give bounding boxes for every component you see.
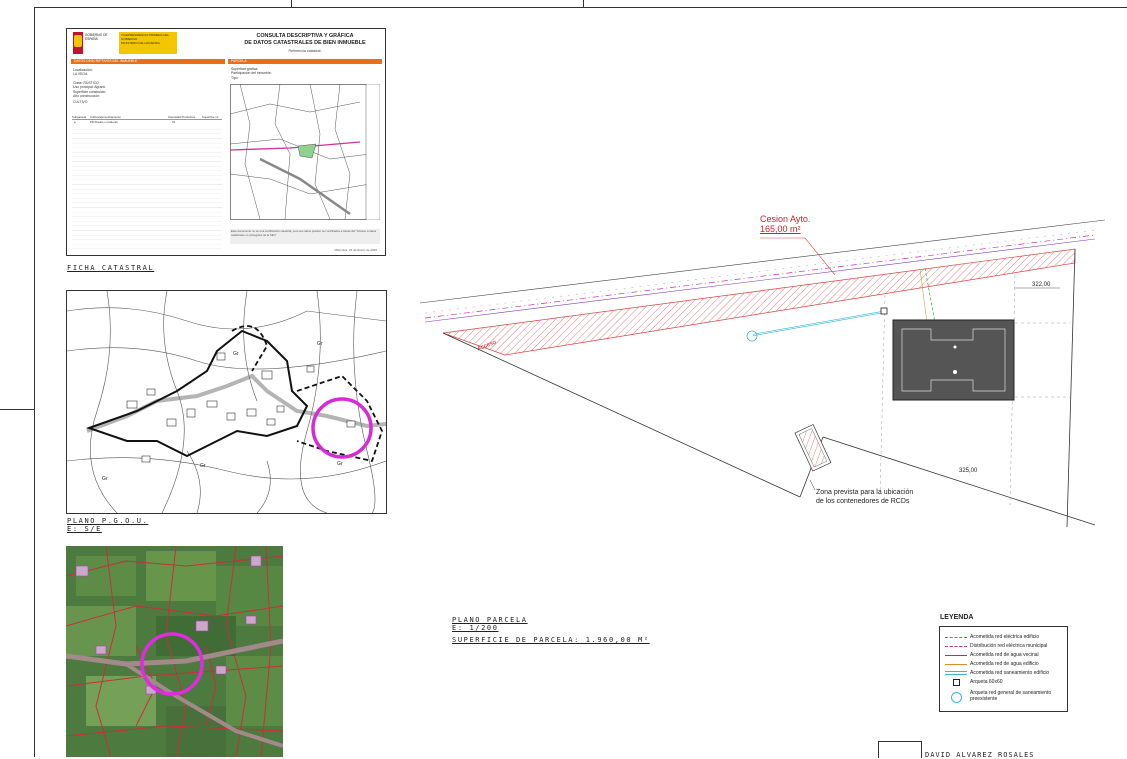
leyenda-symbol bbox=[945, 646, 967, 647]
zone-label: Gr bbox=[317, 341, 323, 347]
ficha-title: CONSULTA DESCRIPTIVA Y GRÁFICA DE DATOS … bbox=[227, 33, 383, 47]
parcela-block: Superficie gráfica: Participación del in… bbox=[231, 67, 381, 80]
ortophoto-drawing bbox=[66, 546, 283, 757]
cultivo-table: Subparcela Cultivo/aprovechamiento Inten… bbox=[72, 115, 222, 124]
leyenda-label: Acometida red de agua edificio bbox=[970, 661, 1039, 667]
ficha-catastral-sheet: GOBIERNO DE ESPAÑA VICEPRESIDENCIA PRIME… bbox=[66, 28, 386, 256]
ficha-title-line2: DE DATOS CATASTRALES DE BIEN INMUEBLE bbox=[244, 40, 366, 46]
ficha-date: Miércoles, 21 de Enero de 2026 bbox=[334, 248, 377, 252]
cultivo-label: CULTIVO bbox=[73, 100, 88, 105]
cell-subparcela: a bbox=[74, 120, 76, 124]
section-bar-left: DATOS DESCRIPTIVOS DEL INMUEBLE bbox=[71, 59, 225, 64]
elevation-top-label: 322,00 bbox=[1032, 282, 1051, 288]
ortophoto-map bbox=[66, 546, 283, 757]
title-block-box bbox=[878, 741, 922, 758]
leyenda-symbol bbox=[945, 637, 967, 638]
plano-parcela-drawing bbox=[419, 219, 1106, 528]
leyenda-item: Acometida red eléctrica edificio bbox=[940, 633, 1067, 642]
leyenda-box: Acometida red eléctrica edificio Distrib… bbox=[939, 626, 1068, 712]
tipo-label: Tipo: bbox=[231, 75, 239, 80]
frame-side-tick bbox=[0, 409, 35, 410]
leyenda-label: Acometida red saneamiento edificio bbox=[970, 670, 1050, 676]
leyenda-label: Arqueta red general de saneamiento preex… bbox=[970, 690, 1051, 702]
pgou-caption: PLANO P.G.O.U. E: S/E bbox=[67, 517, 148, 533]
table-row: a PR Prados o praderas 01 bbox=[72, 120, 222, 124]
pgou-plan: Gr Gr Gr Gr Gr bbox=[66, 290, 387, 514]
author-name: DAVID ALVAREZ ROSALES bbox=[925, 751, 1035, 759]
pgou-caption-line1: PLANO P.G.O.U. bbox=[67, 517, 149, 525]
ficha-ref-label: Referencia catastral: bbox=[288, 49, 322, 53]
ficha-mini-map bbox=[230, 84, 380, 220]
zone-label: Gr bbox=[200, 463, 206, 469]
table-body-lines bbox=[72, 125, 222, 250]
rcd-zone-line2: de los contenedores de RCDs bbox=[816, 498, 910, 505]
cell-intensidad: 01 bbox=[172, 120, 176, 124]
leyenda-item: Arqueta 60x60 bbox=[940, 678, 1067, 687]
header-superficie: Superficie m² bbox=[202, 115, 219, 119]
leyenda-label: Arqueta 60x60 bbox=[970, 679, 1003, 685]
pgou-caption-line2: E: S/E bbox=[67, 525, 102, 533]
rcd-zone-line1: Zona prevista para la ubicación bbox=[816, 489, 914, 496]
leyenda-symbol bbox=[945, 664, 967, 665]
ministerio-label: VICEPRESIDENCIA PRIMERA DEL GOBIERNO bbox=[121, 33, 170, 41]
pgou-drawing bbox=[67, 291, 386, 513]
plano-caption-line1: PLANO PARCELA bbox=[452, 616, 528, 624]
plano-caption-line3: SUPERFICIE DE PARCELA: 1.960,00 M² bbox=[452, 636, 650, 644]
plano-parcela-caption: PLANO PARCELA E: 1/200 SUPERFICIE DE PAR… bbox=[452, 616, 650, 644]
ministerio-box: VICEPRESIDENCIA PRIMERA DEL GOBIERNO MIN… bbox=[119, 32, 177, 54]
header-subparcela: Subparcela bbox=[72, 115, 87, 119]
leyenda-item: Arqueta red general de saneamiento preex… bbox=[940, 689, 1067, 707]
arqueta-circle-icon bbox=[951, 692, 962, 703]
header-intensidad: Intensidad Productiva bbox=[168, 115, 195, 119]
direccion-label bbox=[179, 32, 223, 54]
leyenda-item: Acometida red de agua vecinal bbox=[940, 651, 1067, 660]
leyenda-item: Acometida red saneamiento edificio bbox=[940, 669, 1067, 678]
leyenda-label: Acometida red eléctrica edificio bbox=[970, 634, 1040, 640]
leyenda-symbol bbox=[945, 655, 967, 656]
zone-label: Gr bbox=[233, 351, 239, 357]
ficha-note: Este documento no es una certificación c… bbox=[230, 229, 380, 244]
leyenda-symbol bbox=[945, 671, 967, 675]
cesion-label: Cesion Ayto. 165,00 m² bbox=[760, 214, 810, 234]
cell-cultivo: PR Prados o praderas bbox=[90, 120, 118, 124]
frame-top-line bbox=[34, 7, 1127, 8]
ministerio-label-2: MINISTERIO DE HACIENDA bbox=[121, 41, 160, 45]
elevation-bottom-label: 325,00 bbox=[959, 468, 978, 474]
rcd-zone-label: Zona prevista para la ubicación de los c… bbox=[816, 488, 913, 506]
leyenda-label: Distribución red eléctrica municipal bbox=[970, 643, 1048, 649]
leyenda-item: Distribución red eléctrica municipal bbox=[940, 642, 1067, 651]
zone-label: Gr bbox=[102, 476, 108, 482]
header-cultivo: Cultivo/aprovechamiento bbox=[90, 115, 121, 119]
leyenda-item: Acometida red de agua edificio bbox=[940, 660, 1067, 669]
cesion-label-line1: Cesion Ayto. bbox=[760, 214, 811, 224]
frame-left-line bbox=[34, 7, 35, 757]
zone-label: Gr bbox=[337, 461, 343, 467]
arqueta-square-icon bbox=[953, 679, 960, 686]
desc-block: Localización: LA VEGA Clase: RÚSTICO Uso… bbox=[73, 68, 223, 105]
cesion-label-line2: 165,00 m² bbox=[760, 224, 801, 234]
section-bar-right: PARCELA bbox=[228, 59, 382, 64]
leyenda-label-line2: preexistente bbox=[970, 696, 998, 702]
plano-caption-line2: E: 1/200 bbox=[452, 624, 499, 632]
ficha-title-line1: CONSULTA DESCRIPTIVA Y GRÁFICA bbox=[256, 33, 354, 39]
coat-of-arms-shield-icon bbox=[74, 35, 82, 47]
gobierno-label: GOBIERNO DE ESPAÑA bbox=[85, 33, 108, 41]
leyenda-label: Acometida red de agua vecinal bbox=[970, 652, 1039, 658]
frame-tick-1 bbox=[291, 0, 292, 8]
frame-tick-2 bbox=[583, 0, 584, 8]
leyenda-title: LEYENDA bbox=[940, 614, 974, 621]
ficha-caption: FICHA CATASTRAL bbox=[67, 264, 155, 272]
